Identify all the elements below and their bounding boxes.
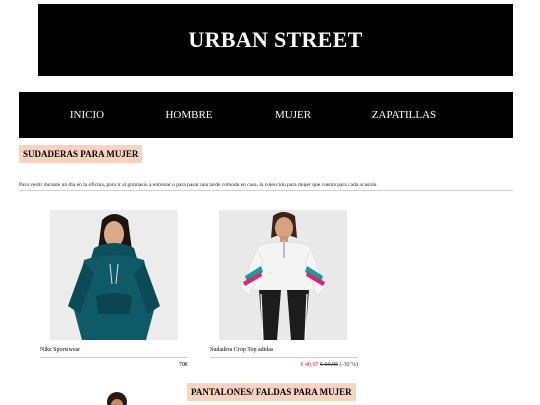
nav-item-hombre[interactable]: HOMBRE bbox=[156, 92, 222, 138]
site-title: URBAN STREET bbox=[188, 27, 363, 52]
site-header: URBAN STREET bbox=[38, 4, 513, 76]
product-image-nike[interactable] bbox=[50, 210, 178, 340]
discount-label: (-30 %) bbox=[339, 362, 359, 368]
nav-item-mujer[interactable]: MUJER bbox=[262, 92, 324, 138]
product-photo-partial bbox=[107, 392, 127, 405]
product-photo-hoodie-teal bbox=[50, 210, 178, 340]
product-image-adidas[interactable] bbox=[219, 210, 347, 340]
card-divider bbox=[40, 357, 188, 358]
section-title-pantalones: PANTALONES/ FALDAS PARA MUJER bbox=[187, 383, 356, 401]
card-divider bbox=[210, 357, 358, 358]
main-nav: INICIO HOMBRE MUJER ZAPATILLAS bbox=[19, 92, 513, 138]
nav-item-inicio[interactable]: INICIO bbox=[56, 92, 118, 138]
section-divider bbox=[19, 190, 513, 191]
sale-price: € 40,97 bbox=[300, 362, 319, 368]
section-title-sudaderas: SUDADERAS PARA MUJER bbox=[19, 145, 143, 163]
product-photo-crop-top bbox=[219, 210, 347, 340]
nav-item-zapatillas[interactable]: ZAPATILLAS bbox=[363, 92, 445, 138]
original-price: € 69,95 bbox=[320, 362, 338, 368]
section-intro: Para vestir durante un día en la oficina… bbox=[19, 181, 378, 188]
product-price: 70€ bbox=[179, 362, 188, 368]
product-name[interactable]: Nike Sportswear bbox=[40, 347, 80, 353]
product-name[interactable]: Sudadera Crop Top adidas bbox=[210, 347, 273, 353]
next-product-image-peek[interactable] bbox=[100, 388, 134, 405]
product-price-group: € 40,97 € 69,95 (-30 %) bbox=[301, 362, 359, 368]
